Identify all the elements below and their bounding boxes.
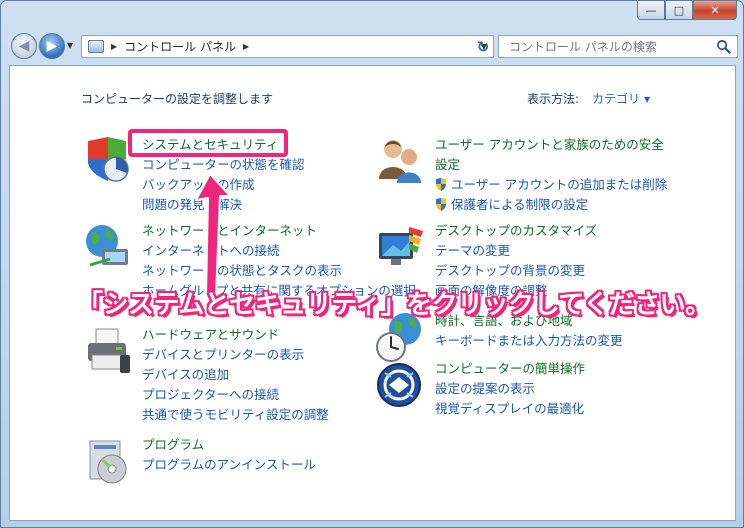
security-shield-icon[interactable]: [82, 135, 134, 187]
link-view-devices-printers[interactable]: デバイスとプリンターの表示: [142, 345, 329, 365]
link-change-background[interactable]: デスクトップの背景の変更: [435, 261, 597, 281]
instruction-callout: 「システムとセキュリティ」をクリックしてください。: [77, 290, 711, 320]
link-label[interactable]: ユーザー アカウントの追加または削除: [451, 177, 667, 192]
recent-pages-dropdown-icon[interactable]: ▼: [67, 41, 73, 50]
view-by-label: 表示方法:: [527, 92, 580, 106]
category-title-user-accounts[interactable]: ユーザー アカウントと家族のための安全: [435, 135, 667, 155]
link-change-theme[interactable]: テーマの変更: [435, 241, 597, 261]
programs-icon[interactable]: [82, 435, 134, 487]
category-title-user-accounts-line2[interactable]: 設定: [435, 155, 667, 175]
control-panel-window: — □ ✕ ◀ ▶ ▼ ▶ コントロール パネル ▶ ▼ ↻ コンピューターの設…: [0, 0, 744, 528]
link-optimize-display[interactable]: 視覚ディスプレイの最適化: [435, 399, 585, 419]
category-title-ease-of-access[interactable]: コンピューターの簡単操作: [435, 359, 585, 379]
page-title: コンピューターの設定を調整します: [81, 92, 274, 106]
chevron-down-icon: ▼: [644, 95, 651, 104]
navigation-bar: ◀ ▶ ▼ ▶ コントロール パネル ▶ ▼ ↻: [9, 31, 738, 63]
minimize-button[interactable]: —: [637, 1, 665, 20]
search-icon[interactable]: [716, 39, 731, 54]
users-icon[interactable]: [375, 135, 427, 187]
category-title-programs[interactable]: プログラム: [142, 435, 316, 455]
refresh-button[interactable]: ↻: [468, 35, 498, 58]
network-globe-icon[interactable]: [82, 221, 134, 273]
breadcrumb-chevron-icon[interactable]: ▶: [243, 42, 249, 51]
view-by-value[interactable]: カテゴリ: [592, 92, 640, 106]
back-button[interactable]: ◀: [11, 33, 37, 59]
refresh-icon: ↻: [476, 37, 490, 56]
display-icon[interactable]: [375, 221, 427, 273]
arrow-left-icon: ◀: [18, 38, 30, 54]
link-parental-controls[interactable]: 保護者による制限の設定: [435, 195, 667, 215]
breadcrumb-control-panel[interactable]: コントロール パネル: [124, 38, 236, 55]
breadcrumb-chevron-icon[interactable]: ▶: [111, 42, 117, 51]
link-add-device[interactable]: デバイスの追加: [142, 365, 329, 385]
link-view-suggestions[interactable]: 設定の提案の表示: [435, 379, 585, 399]
maximize-button[interactable]: □: [665, 1, 693, 20]
view-by-dropdown[interactable]: カテゴリ ▼: [592, 90, 650, 107]
forward-button[interactable]: ▶: [39, 33, 65, 59]
highlight-box: [128, 129, 288, 157]
uac-shield-icon: [436, 198, 446, 211]
link-mobility-settings[interactable]: 共通で使うモビリティ設定の調整: [142, 405, 329, 425]
uac-shield-icon: [436, 178, 446, 191]
link-change-keyboard[interactable]: キーボードまたは入力方法の変更: [435, 331, 623, 351]
arrow-right-icon: ▶: [46, 38, 58, 54]
content-pane: コンピューターの設定を調整します 表示方法: カテゴリ ▼ システムとセキュリティ…: [9, 65, 736, 521]
search-input[interactable]: [499, 36, 699, 58]
link-label[interactable]: 保護者による制限の設定: [451, 197, 588, 212]
ease-of-access-icon[interactable]: [375, 359, 427, 411]
address-bar[interactable]: ▶ コントロール パネル ▶ ▼: [81, 35, 494, 58]
printer-icon[interactable]: [82, 325, 134, 377]
caption-buttons: — □ ✕: [637, 1, 737, 21]
close-button[interactable]: ✕: [693, 1, 737, 20]
category-title-desktop-customization[interactable]: デスクトップのカスタマイズ: [435, 221, 597, 241]
link-uninstall-program[interactable]: プログラムのアンインストール: [142, 455, 316, 475]
category-title-hardware-sound[interactable]: ハードウェアとサウンド: [142, 325, 329, 345]
search-box[interactable]: [498, 35, 738, 58]
link-add-remove-accounts[interactable]: ユーザー アカウントの追加または削除: [435, 175, 667, 195]
link-connect-projector[interactable]: プロジェクターへの接続: [142, 385, 329, 405]
control-panel-icon: [88, 40, 104, 53]
